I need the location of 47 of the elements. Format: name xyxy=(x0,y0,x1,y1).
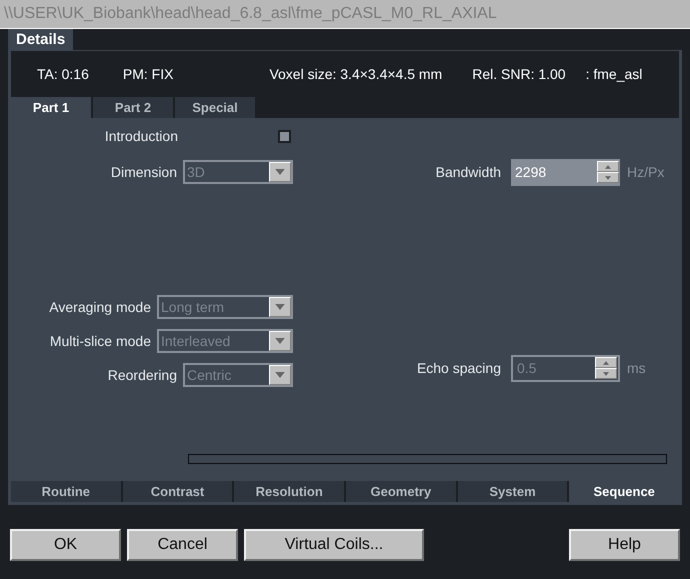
unit-label: Hz/Px xyxy=(627,162,664,182)
spin-down-button[interactable] xyxy=(597,172,619,183)
down-arrow-icon xyxy=(275,338,285,344)
dropdown-value: 3D xyxy=(186,162,206,182)
tab[interactable]: Part 2 xyxy=(93,97,173,118)
dialog-button[interactable]: OK xyxy=(10,529,121,561)
spin-field[interactable]: 2298 xyxy=(511,158,620,186)
down-arrow-icon xyxy=(275,304,285,310)
info-text: TA: 0:16 xyxy=(37,64,89,84)
dialog-button[interactable]: Virtual Coils... xyxy=(244,529,424,561)
tab[interactable]: Geometry xyxy=(346,481,456,502)
field-label: Echo spacing xyxy=(416,358,501,378)
tab[interactable]: Details xyxy=(8,29,74,50)
info-text: Rel. SNR: 1.00 xyxy=(472,64,566,84)
field-label: Multi-slice mode xyxy=(50,332,151,350)
tab[interactable]: Part 1 xyxy=(11,97,91,118)
dropdown-value: Interleaved xyxy=(160,332,232,350)
down-arrow-icon xyxy=(603,372,609,376)
tab[interactable]: Resolution xyxy=(234,481,344,502)
down-arrow-icon xyxy=(275,169,285,175)
dialog-button[interactable]: Help xyxy=(569,529,680,561)
tab[interactable]: Special xyxy=(175,97,255,118)
dialog-button[interactable]: Cancel xyxy=(127,529,238,561)
tab[interactable]: Routine xyxy=(11,481,121,502)
up-arrow-icon xyxy=(605,164,611,168)
info-text: Voxel size: 3.4×3.4×4.5 mm xyxy=(269,64,442,84)
spin-value: 2298 xyxy=(514,162,548,182)
dropdown-value: Centric xyxy=(186,366,232,384)
dropdown-value: Long term xyxy=(160,298,226,317)
up-arrow-icon xyxy=(603,360,609,364)
tab[interactable]: Contrast xyxy=(122,481,232,502)
field-label: Reordering xyxy=(108,366,177,385)
down-arrow-icon xyxy=(605,176,611,180)
tab[interactable]: Sequence xyxy=(569,481,680,502)
window-title: \\USER\UK_Biobank\head\head_6.8_asl\fme_pCASL_M0_RL_AXIAL xyxy=(4,4,497,24)
info-text: : fme_asl xyxy=(586,64,642,84)
field-label: Bandwidth xyxy=(436,162,501,182)
tab[interactable]: System xyxy=(458,481,568,502)
field-label: Dimension xyxy=(110,162,177,182)
spin-value: 0.5 xyxy=(516,358,538,378)
info-text: PM: FIX xyxy=(122,64,174,84)
field-label: Introduction xyxy=(104,126,178,146)
checkbox[interactable] xyxy=(278,130,291,142)
unit-label: ms xyxy=(627,358,646,378)
field-label: Averaging mode xyxy=(49,298,151,317)
down-arrow-icon xyxy=(275,372,285,378)
spin-up-button[interactable] xyxy=(597,161,619,172)
